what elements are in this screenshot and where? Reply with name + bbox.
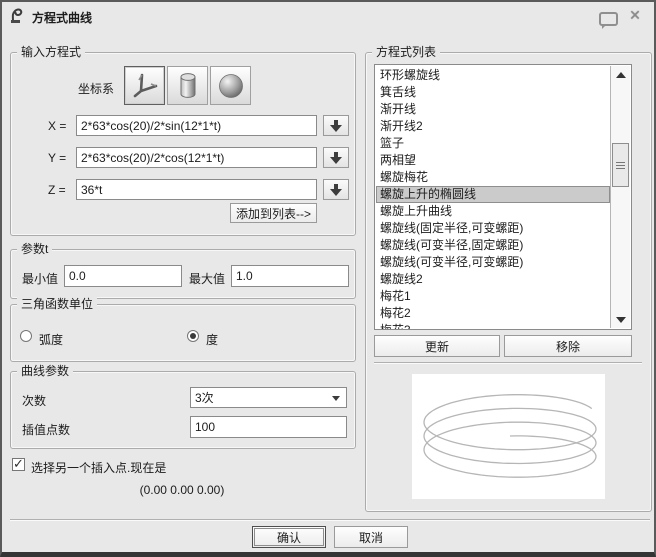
list-item[interactable]: 梅花3 [376,322,610,329]
right-separator [374,362,642,364]
title-bar: 方程式曲线 ✕ [2,2,654,30]
sphere-icon [216,71,246,101]
y-insert-arrow-button[interactable] [323,147,349,168]
grip-icon [616,162,625,169]
comment-icon[interactable] [599,12,618,26]
list-item[interactable]: 螺旋线(固定半径,可变螺距) [376,220,610,237]
degree-dropdown-value: 3次 [195,389,214,406]
radian-radio[interactable] [20,330,32,342]
axes-icon [130,71,160,101]
remove-button[interactable]: 移除 [504,335,632,357]
list-item[interactable]: 渐开线2 [376,118,610,135]
list-item[interactable]: 篮子 [376,135,610,152]
curve-param-group-title: 曲线参数 [17,364,73,378]
footer-separator [10,519,650,521]
degree-dropdown[interactable]: 3次 [190,387,347,408]
spiral-preview-image [412,374,605,499]
list-item[interactable]: 螺旋线(可变半径,可变螺距) [376,254,610,271]
x-equation-input[interactable] [76,115,317,136]
degree-radio[interactable] [187,330,199,342]
list-item[interactable]: 环形螺旋线 [376,67,610,84]
x-equation-label: X = [48,119,66,133]
max-value-input[interactable] [231,265,349,287]
scroll-down-icon[interactable] [611,312,630,327]
coord-system-label: 坐标系 [78,80,114,97]
update-button[interactable]: 更新 [374,335,500,357]
insert-point-checkbox-label: 选择另一个插入点.现在是 [31,459,166,476]
list-item[interactable]: 螺旋梅花 [376,169,610,186]
interp-points-label: 插值点数 [22,421,70,438]
x-insert-arrow-button[interactable] [323,115,349,136]
degree-label: 次数 [22,392,46,409]
list-item[interactable]: 螺旋上升曲线 [376,203,610,220]
min-value-label: 最小值 [22,270,58,287]
equation-listbox: 环形螺旋线箕舌线渐开线渐开线2篮子两相望螺旋梅花螺旋上升的椭圆线螺旋上升曲线螺旋… [374,64,632,330]
list-item[interactable]: 螺旋上升的椭圆线 [376,186,610,203]
scrollbar-thumb[interactable] [612,143,629,187]
y-equation-label: Y = [48,151,66,165]
list-item[interactable]: 梅花2 [376,305,610,322]
min-value-input[interactable] [64,265,182,287]
window-title: 方程式曲线 [32,9,92,26]
z-equation-label: Z = [48,183,66,197]
confirm-button[interactable]: 确认 [252,526,326,548]
input-equation-group-title: 输入方程式 [17,45,85,59]
curve-preview [412,374,605,499]
cartesian-coord-button[interactable] [124,66,165,105]
insert-point-checkbox[interactable]: ✓ [12,458,25,471]
list-scrollbar[interactable] [610,66,630,328]
list-item[interactable]: 两相望 [376,152,610,169]
scroll-up-icon[interactable] [611,67,630,82]
equation-list-group-title: 方程式列表 [372,45,440,59]
y-equation-input[interactable] [76,147,317,168]
list-item[interactable]: 螺旋线(可变半径,固定螺距) [376,237,610,254]
equation-curve-dialog: 方程式曲线 ✕ 输入方程式 坐标系 [0,0,656,557]
equation-list: 环形螺旋线箕舌线渐开线渐开线2篮子两相望螺旋梅花螺旋上升的椭圆线螺旋上升曲线螺旋… [376,67,610,329]
cylindrical-coord-button[interactable] [167,66,208,105]
interp-points-input[interactable] [190,416,347,438]
add-to-list-button[interactable]: 添加到列表--> [230,203,317,223]
list-item[interactable]: 渐开线 [376,101,610,118]
insert-point-coords: (0.00 0.00 0.00) [10,483,354,497]
trig-unit-group-title: 三角函数单位 [17,297,97,311]
cancel-button[interactable]: 取消 [334,526,408,548]
parameter-t-group-title: 参数t [17,242,52,256]
max-value-label: 最大值 [189,270,225,287]
chevron-down-icon [332,396,340,401]
app-icon [9,7,26,24]
list-item[interactable]: 螺旋线2 [376,271,610,288]
z-insert-arrow-button[interactable] [323,179,349,200]
spherical-coord-button[interactable] [210,66,251,105]
radian-radio-label: 弧度 [39,331,63,348]
cylinder-icon [173,71,203,101]
check-icon: ✓ [13,456,24,472]
list-item[interactable]: 箕舌线 [376,84,610,101]
degree-radio-label: 度 [206,331,218,348]
close-icon[interactable]: ✕ [626,6,644,24]
list-item[interactable]: 梅花1 [376,288,610,305]
z-equation-input[interactable] [76,179,317,200]
